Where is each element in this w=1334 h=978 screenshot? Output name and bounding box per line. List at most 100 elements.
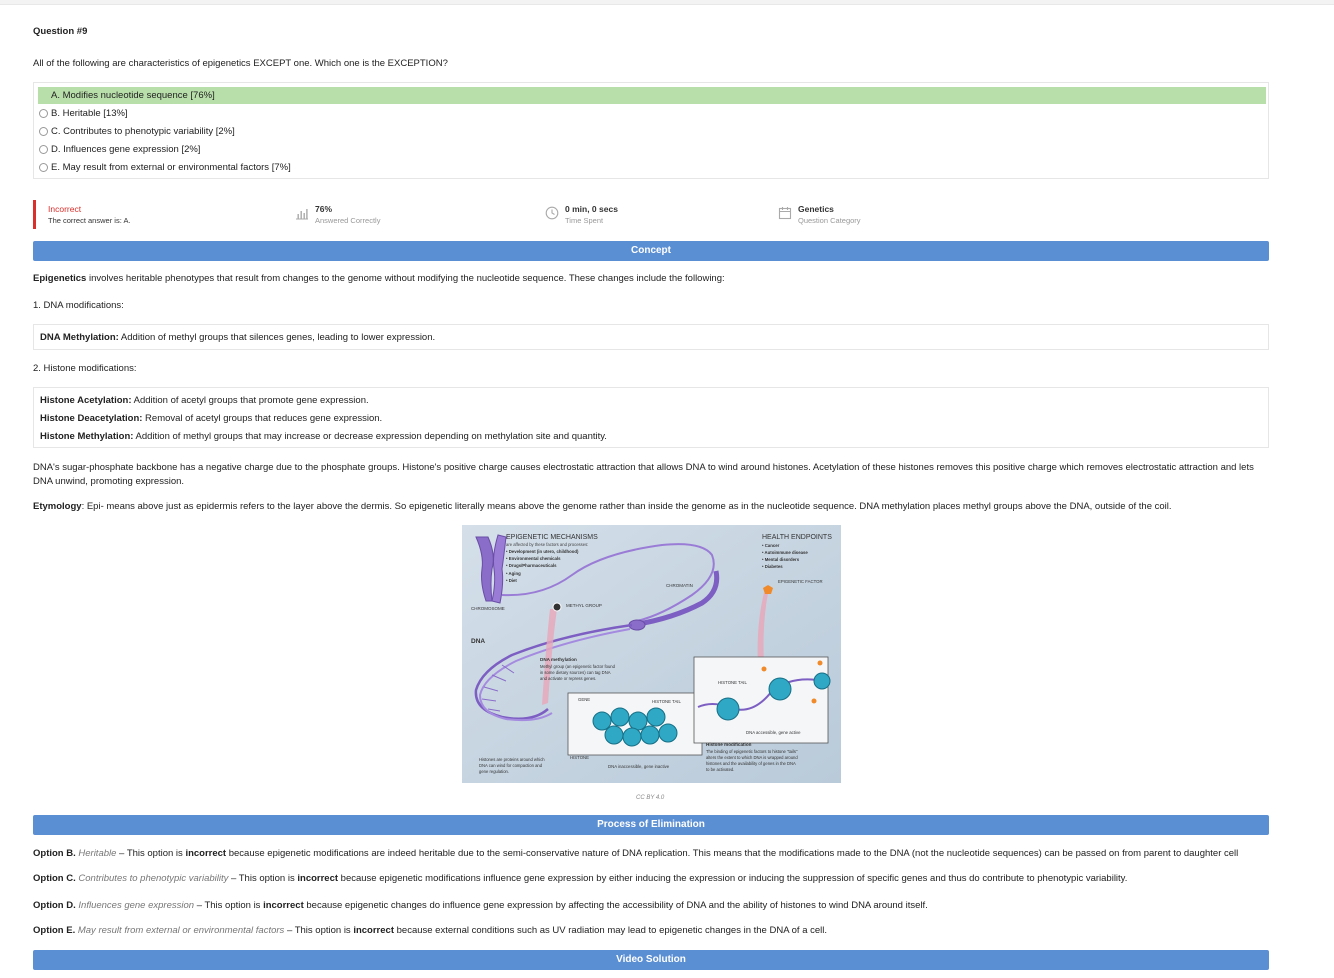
epigenetic-mechanisms-diagram: EPIGENETIC MECHANISMS are affected by th… — [462, 525, 841, 783]
calendar-icon — [778, 207, 792, 220]
elimination-option-c: Option C. Contributes to phenotypic vari… — [33, 873, 1127, 884]
intro-text: involves heritable phenotypes that resul… — [86, 273, 725, 284]
histone-mod-desc-2: alters the extent to which DNA is wrappe… — [706, 755, 798, 760]
elimination-pre: – This option is — [194, 900, 264, 911]
histone-mod-caption: Histone modification — [706, 742, 752, 747]
dna-accessible-label: DNA accessible, gene active — [746, 730, 801, 735]
elimination-verdict: incorrect — [353, 925, 394, 936]
dna-methylation-caption: DNA methylation — [540, 657, 577, 662]
histone-desc-2: DNA can wind for compaction and — [479, 763, 543, 768]
histone-methylation-text: Addition of methyl groups that may incre… — [133, 431, 607, 442]
epigenetic-factor-label: EPIGENETIC FACTOR — [778, 579, 823, 584]
health-4: • Diabetes — [762, 564, 783, 569]
histone-modifications-heading: 2. Histone modifications: — [33, 363, 137, 374]
etymology-term: Etymology — [33, 501, 82, 512]
health-3: • Mental disorders — [762, 557, 800, 562]
epigenetics-figure: EPIGENETIC MECHANISMS are affected by th… — [462, 525, 841, 783]
methyl-group-label: METHYL GROUP — [566, 603, 602, 608]
option-e-label: E. May result from external or environme… — [51, 162, 291, 173]
elimination-option-d: Option D. Influences gene expression – T… — [33, 900, 928, 911]
factor-5: • Diet — [506, 578, 517, 583]
factor-3: • Drugs/Pharmaceuticals — [506, 563, 557, 568]
histone-deacetylation-text: Removal of acetyl groups that reduces ge… — [142, 413, 383, 424]
elimination-verdict: incorrect — [263, 900, 304, 911]
result-bar: Incorrect The correct answer is: A. 76% … — [33, 200, 1269, 229]
histone-methylation-line: Histone Methylation: Addition of methyl … — [40, 431, 607, 442]
correct-answer-text: The correct answer is: A. — [48, 216, 131, 225]
histone-tail-label-right: HISTONE TAIL — [718, 680, 748, 685]
gene-label: GENE — [578, 697, 590, 702]
histone-methylation-term: Histone Methylation: — [40, 431, 134, 442]
dna-methylation-term: DNA Methylation: — [40, 332, 119, 343]
dna-methylation-line: DNA Methylation: Addition of methyl grou… — [40, 332, 435, 343]
answer-options: A. Modifies nucleotide sequence [76%] B.… — [33, 82, 1269, 179]
question-number: Question #9 — [33, 26, 88, 37]
answered-label: Answered Correctly — [315, 216, 381, 225]
concept-header[interactable]: Concept — [33, 241, 1269, 261]
option-a[interactable]: A. Modifies nucleotide sequence [76%] — [38, 87, 1266, 104]
elimination-option-text: May result from external or environmenta… — [77, 925, 285, 936]
radio-button[interactable] — [39, 109, 48, 118]
dna-modifications-heading: 1. DNA modifications: — [33, 300, 124, 311]
radio-button[interactable] — [39, 163, 48, 172]
factor-2: • Environmental chemicals — [506, 556, 561, 561]
figure-subtitle: are affected by these factors and proces… — [506, 542, 588, 547]
elimination-header[interactable]: Process of Elimination — [33, 815, 1269, 835]
health-title: HEALTH ENDPOINTS — [762, 534, 832, 541]
option-d-label: D. Influences gene expression [2%] — [51, 144, 201, 155]
option-b[interactable]: B. Heritable [13%] — [38, 105, 1266, 122]
elimination-option-text: Influences gene expression — [78, 900, 195, 911]
elimination-pre: – This option is — [116, 848, 186, 859]
elimination-option-e: Option E. May result from external or en… — [33, 925, 827, 936]
histone-acetylation-term: Histone Acetylation: — [40, 395, 132, 406]
histone-mod-desc-1: The binding of epigenetic factors to his… — [706, 749, 798, 754]
epigenetics-term: Epigenetics — [33, 273, 87, 284]
category-value: Genetics — [798, 204, 834, 214]
answered-value: 76% — [315, 204, 333, 214]
top-bar — [0, 0, 1334, 5]
elimination-pre: – This option is — [228, 873, 298, 884]
elimination-option-text: Contributes to phenotypic variability — [78, 873, 229, 884]
clock-icon — [545, 206, 559, 220]
time-label: Time Spent — [565, 216, 604, 225]
dna-methylation-desc-2: in some dietary sources) can tag DNA — [540, 670, 611, 675]
etymology-text: : Epi- means above just as epidermis ref… — [81, 501, 1172, 512]
dna-methylation-text: Addition of methyl groups that silences … — [118, 332, 436, 343]
option-a-label: A. Modifies nucleotide sequence [76%] — [51, 90, 215, 101]
dna-modifications-box: DNA Methylation: Addition of methyl grou… — [33, 324, 1269, 350]
histone-acetylation-line: Histone Acetylation: Addition of acetyl … — [40, 395, 369, 406]
option-d[interactable]: D. Influences gene expression [2%] — [38, 141, 1266, 158]
option-b-label: B. Heritable [13%] — [51, 108, 128, 119]
category-label: Question Category — [798, 216, 861, 225]
histone-deacetylation-line: Histone Deacetylation: Removal of acetyl… — [40, 413, 382, 424]
question-text: All of the following are characteristics… — [33, 58, 448, 69]
concept-intro: Epigenetics involves heritable phenotype… — [33, 272, 1269, 286]
time-value: 0 min, 0 secs — [565, 204, 618, 214]
histone-desc-3: gene regulation. — [479, 769, 509, 774]
health-1: • Cancer — [762, 543, 780, 548]
etymology-paragraph: Etymology: Epi- means above just as epid… — [33, 500, 1269, 514]
histone-mod-desc-3: histones and the availability of genes i… — [706, 761, 796, 766]
elimination-option-text: Heritable — [78, 848, 117, 859]
factor-1: • Development (in utero, childhood) — [506, 549, 579, 554]
bar-chart-icon — [296, 209, 308, 220]
elimination-reason: because external conditions such as UV r… — [393, 925, 828, 936]
figure-credit: CC BY 4.0 — [636, 795, 665, 801]
video-solution-header[interactable]: Video Solution — [33, 950, 1269, 970]
option-c-label: C. Contributes to phenotypic variability… — [51, 126, 235, 137]
elimination-reason: because epigenetic modifications influen… — [338, 873, 1128, 884]
figure-title: EPIGENETIC MECHANISMS — [506, 534, 598, 541]
radio-button[interactable] — [39, 145, 48, 154]
health-2: • Autoimmune disease — [762, 550, 808, 555]
histone-label: HISTONE — [570, 755, 589, 760]
option-c[interactable]: C. Contributes to phenotypic variability… — [38, 123, 1266, 140]
result-status: Incorrect — [48, 204, 82, 214]
elimination-label: Option C. — [33, 873, 76, 884]
elimination-pre: – This option is — [284, 925, 354, 936]
dna-label: DNA — [471, 638, 485, 645]
dna-inaccessible-label: DNA inaccessible, gene inactive — [608, 764, 670, 769]
elimination-label: Option D. — [33, 900, 76, 911]
option-e[interactable]: E. May result from external or environme… — [38, 159, 1266, 176]
radio-button[interactable] — [39, 127, 48, 136]
elimination-reason: because epigenetic changes do influence … — [303, 900, 928, 911]
